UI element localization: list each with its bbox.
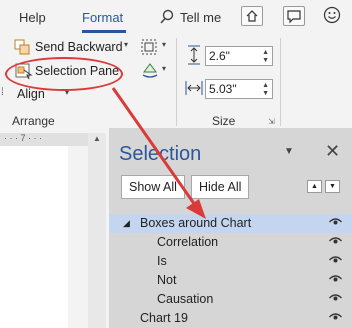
annotation-arrow [111, 87, 206, 219]
